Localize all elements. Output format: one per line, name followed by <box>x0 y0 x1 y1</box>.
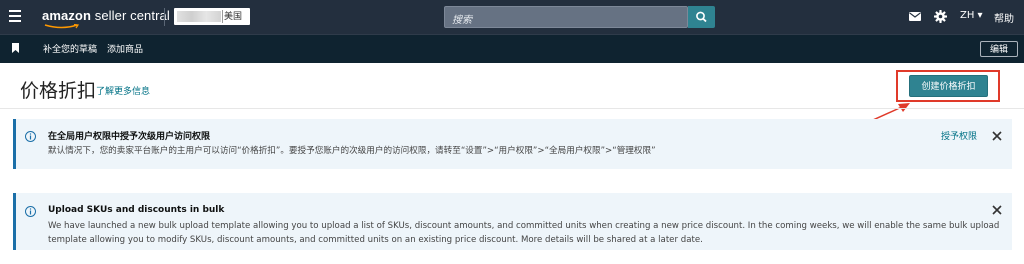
account-switcher[interactable]: 美国 <box>174 8 250 25</box>
account-name-redacted <box>177 11 221 22</box>
search-icon <box>696 11 707 23</box>
mail-icon[interactable] <box>909 12 921 21</box>
account-region: 美国 <box>224 12 243 22</box>
top-navigation-bar: amazon seller central 美国 搜索 ZH ▾ 帮助 <box>0 0 1024 35</box>
search-input[interactable]: 搜索 <box>444 6 688 28</box>
divider <box>164 8 165 26</box>
nav-link-add-products[interactable]: 添加商品 <box>107 42 143 55</box>
divider <box>0 108 1024 109</box>
divider <box>222 10 223 23</box>
alert-title: 在全局用户权限中授予次级用户访问权限 <box>48 132 211 142</box>
logo[interactable]: amazon seller central <box>42 8 170 23</box>
alert-title: Upload SKUs and discounts in bulk <box>48 205 225 215</box>
annotation-highlight-box <box>896 70 1000 102</box>
alert-text-line-1: We have launched a new bulk upload templ… <box>48 221 1000 231</box>
help-link[interactable]: 帮助 <box>994 10 1014 25</box>
bulk-upload-alert: Upload SKUs and discounts in bulk We hav… <box>13 193 1012 250</box>
nav-link-drafts[interactable]: 补全您的草稿 <box>43 42 97 55</box>
language-selector[interactable]: ZH ▾ <box>960 10 983 21</box>
search-placeholder: 搜索 <box>452 15 472 26</box>
learn-more-link[interactable]: 了解更多信息 <box>96 84 150 97</box>
close-icon[interactable] <box>992 131 1002 141</box>
alert-text-line-2: template allowing you to modify SKUs, di… <box>48 235 703 245</box>
close-icon[interactable] <box>992 205 1002 215</box>
logo-product: seller central <box>91 8 170 23</box>
search-button[interactable] <box>688 6 715 28</box>
logo-brand: amazon <box>42 8 92 23</box>
grant-permissions-link[interactable]: 授予权限 <box>941 129 977 142</box>
logo-smile-icon <box>44 24 80 29</box>
page-title: 价格折扣 <box>20 80 97 102</box>
info-icon <box>25 206 36 217</box>
alert-text: 默认情况下，您的卖家平台账户的主用户可以访问“价格折扣”。要授予您账户的次级用户… <box>48 146 656 156</box>
info-icon <box>25 131 36 142</box>
menu-icon[interactable] <box>9 10 21 24</box>
gear-icon[interactable] <box>934 10 947 23</box>
permissions-alert: 在全局用户权限中授予次级用户访问权限 默认情况下，您的卖家平台账户的主用户可以访… <box>13 119 1012 169</box>
bookmark-icon[interactable] <box>12 43 19 53</box>
edit-bookmarks-button[interactable]: 编辑 <box>980 41 1018 57</box>
bookmarks-bar: 补全您的草稿 添加商品 <box>0 35 1024 63</box>
